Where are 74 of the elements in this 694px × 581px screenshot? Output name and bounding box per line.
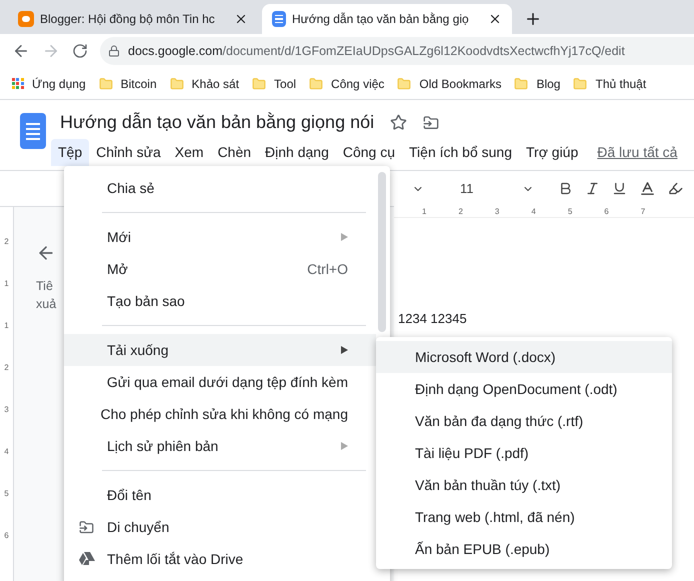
apps-grid-icon <box>12 78 24 90</box>
menu-item[interactable]: Đổi tên <box>64 479 376 511</box>
blogger-logo-icon <box>18 11 34 27</box>
menu-item[interactable]: Thêm lối tắt vào Drive <box>64 543 376 575</box>
menu-item[interactable]: Mới <box>64 221 376 253</box>
outline-text: Tiê <box>36 278 53 295</box>
new-tab-icon[interactable] <box>524 10 542 28</box>
folder-icon <box>252 76 266 90</box>
tab-title: Hướng dẫn tạo văn bản bằng giọ <box>292 11 470 28</box>
close-icon[interactable] <box>488 12 502 26</box>
folder-icon <box>170 76 184 90</box>
tab-title: Blogger: Hội đồng bộ môn Tin hc <box>40 11 216 28</box>
address-field[interactable]: docs.google.com/document/d/1GFomZEIaUDpsGALZg6l12KoodvdtsXectwcfhYj17cQ/edit <box>100 37 694 65</box>
document-title[interactable]: Hướng dẫn tạo văn bản bằng giọng nói <box>60 109 374 136</box>
folder-icon <box>309 76 324 90</box>
menu-item[interactable]: Văn bản thuần túy (.txt) <box>376 469 672 501</box>
document-text: 1234 12345 <box>398 312 467 326</box>
back-icon[interactable] <box>12 42 30 60</box>
menu-bar-item[interactable]: Xem <box>168 139 211 166</box>
menu-item[interactable]: Định dạng OpenDocument (.odt) <box>376 373 672 405</box>
text-color-icon[interactable] <box>639 180 656 197</box>
bookmark[interactable]: Ứng dụng <box>12 74 86 92</box>
url-text: docs.google.com/document/d/1GFomZEIaUDpsGALZg6l12KoodvdtsXectwcfhYj17cQ/edit <box>128 42 625 60</box>
folder-icon <box>573 76 588 90</box>
menu-item[interactable]: Lịch sử phiên bản <box>64 430 376 462</box>
menu-item[interactable]: Ấn bản EPUB (.epub) <box>376 533 672 565</box>
underline-icon[interactable] <box>612 181 627 196</box>
menu-item[interactable]: Tài liệu PDF (.pdf) <box>376 437 672 469</box>
menu-item[interactable]: Microsoft Word (.docx) <box>376 341 672 373</box>
menu-item[interactable]: Văn bản đa dạng thức (.rtf) <box>376 405 672 437</box>
font-size-field[interactable]: 11 <box>460 178 510 198</box>
italic-icon[interactable] <box>585 181 600 196</box>
bookmark[interactable]: Bitcoin <box>98 74 157 92</box>
star-icon[interactable] <box>390 114 408 131</box>
bookmark[interactable]: Tool <box>252 74 296 92</box>
outline-text: xuả <box>36 296 56 313</box>
menu-bar-item[interactable]: Định dạng <box>258 139 336 166</box>
folder-icon <box>514 76 528 90</box>
bookmark[interactable]: Công việc <box>309 74 384 92</box>
bookmark[interactable]: Old Bookmarks <box>397 74 502 92</box>
menu-bar-item[interactable]: Chèn <box>210 139 258 166</box>
bold-icon[interactable] <box>558 181 573 196</box>
drive-shortcut-icon <box>78 552 94 566</box>
docs-logo-icon[interactable] <box>20 113 46 149</box>
menu-item[interactable]: Di chuyển <box>64 511 376 543</box>
close-icon[interactable] <box>234 12 248 26</box>
menu-item[interactable]: Trang web (.html, đã nén) <box>376 501 672 533</box>
vertical-ruler: 2 1 1 2 3 4 5 6 <box>0 207 14 581</box>
bookmark[interactable]: Blog <box>514 74 560 92</box>
menu-bar-item[interactable]: Tệp <box>51 139 90 166</box>
browser-tab[interactable]: Hướng dẫn tạo văn bản bằng giọ <box>262 4 512 34</box>
move-folder-icon[interactable] <box>423 114 440 130</box>
menu-bar-item[interactable]: Công cụ <box>336 139 402 166</box>
bookmark[interactable]: Khảo sát <box>170 74 240 92</box>
menu-item[interactable]: Tạo bản sao <box>64 285 376 317</box>
shortcut-text: Ctrl+O <box>307 260 348 278</box>
menu-item[interactable]: Gửi qua email dưới dạng tệp đính kèm <box>64 366 376 398</box>
highlight-icon[interactable] <box>668 181 683 196</box>
menu-bar-item[interactable]: Tiện ích bổ sung <box>402 139 520 166</box>
reload-icon[interactable] <box>72 43 88 59</box>
folder-icon <box>98 76 113 90</box>
docs-logo-icon <box>272 11 286 27</box>
folder-icon <box>79 520 94 534</box>
menu-item[interactable]: Chia sẻ <box>64 172 376 204</box>
lock-icon <box>108 45 120 57</box>
menu-item[interactable]: Tải xuống <box>64 334 376 366</box>
menu-item[interactable]: Mở Ctrl+O <box>64 253 376 285</box>
horizontal-ruler: 1 2 3 4 5 6 7 <box>394 206 694 218</box>
menu-item[interactable]: Cho phép chỉnh sửa khi không có mạng <box>64 398 376 430</box>
folder-icon <box>397 76 412 90</box>
bookmark[interactable]: Thủ thuật <box>573 74 646 92</box>
save-status-link[interactable]: Đã lưu tất cả <box>597 142 678 163</box>
menu-bar-item[interactable]: Trợ giúp <box>519 139 586 166</box>
menu-bar-item[interactable]: Chỉnh sửa <box>89 139 168 166</box>
